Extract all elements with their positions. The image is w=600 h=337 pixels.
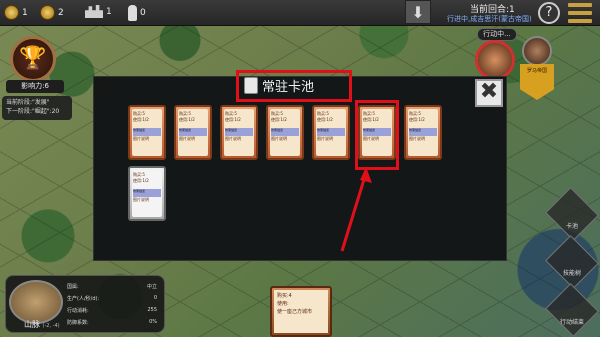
gold-resource: 1 xyxy=(4,5,28,20)
skill-tree-label: 技能树 xyxy=(562,270,581,277)
stage-info: 当前阶段:"发展" 下一阶段:"崛起":20 xyxy=(2,96,72,120)
card-use-cost: 使用:1/2 xyxy=(133,178,149,183)
end-turn-label: 行动结束 xyxy=(559,319,584,326)
pointer-arrow xyxy=(340,167,372,252)
mountain-terrain-image xyxy=(9,280,63,324)
card-note: 图片说明 xyxy=(179,136,195,141)
card-use-cost: 使用:1/2 xyxy=(179,117,195,122)
card-desc: 效果描述 xyxy=(133,189,161,197)
card-highlight-box xyxy=(355,100,399,170)
rival-leader-avatar[interactable] xyxy=(522,36,552,66)
arrow-down-icon: ⬇ xyxy=(411,2,425,22)
card-desc: 效果描述 xyxy=(225,128,253,136)
acting-faction: 行进中,成吉思汗(蒙古帝国) xyxy=(447,15,532,23)
card-note: 图片说明 xyxy=(133,197,149,202)
close-button[interactable]: ✖ xyxy=(475,79,503,107)
arrow-down-button[interactable]: ⬇ xyxy=(405,0,431,24)
card-pool-card[interactable]: 购买:5 使用:1/2 效果描述 图片说明 xyxy=(266,105,304,160)
building-count: 1 xyxy=(106,6,112,17)
terrain-name: 山脉 (-2, -4) xyxy=(24,319,60,330)
hand-card-use: 使用: xyxy=(277,301,289,307)
card-pool-card[interactable]: 购买:5 使用:1/2 效果描述 图片说明 xyxy=(128,105,166,160)
card-use-cost: 使用:1/2 xyxy=(271,117,287,122)
title-highlight-box xyxy=(236,70,352,102)
gold-income: 2 xyxy=(40,5,64,20)
soldier-icon xyxy=(128,5,137,21)
card-pool-side-label: 卡池 xyxy=(565,223,578,230)
soldier-resource: 0 xyxy=(128,5,146,21)
card-use-cost: 使用:1/2 xyxy=(409,117,425,122)
building-icon xyxy=(85,5,103,18)
next-stage: 下一阶段:"崛起":20 xyxy=(6,108,60,115)
help-button[interactable]: ? xyxy=(538,2,560,24)
card-note: 图片说明 xyxy=(317,136,333,141)
hand-card[interactable]: 购买:4 使用: 使一座己方城市 xyxy=(270,286,332,337)
terrain-row: 防御系数: 0% xyxy=(67,319,157,326)
card-pool-card[interactable]: 购买:5 使用:1/2 效果描述 图片说明 xyxy=(128,166,166,221)
gold-count: 1 xyxy=(22,7,28,18)
card-pool-card[interactable]: 购买:5 使用:1/2 效果描述 图片说明 xyxy=(220,105,258,160)
acting-badge: 行动中... xyxy=(477,28,517,41)
current-stage: 当前阶段:"发展" xyxy=(6,99,50,106)
building-resource: 1 xyxy=(85,5,112,18)
terrain-row: 行动消耗: 255 xyxy=(67,307,157,314)
card-desc: 效果描述 xyxy=(271,128,299,136)
card-note: 图片说明 xyxy=(409,136,425,141)
card-use-cost: 使用:1/2 xyxy=(317,117,333,122)
card-note: 图片说明 xyxy=(225,136,241,141)
card-note: 图片说明 xyxy=(133,136,149,141)
coin-icon xyxy=(4,5,19,20)
card-use-cost: 使用:1/2 xyxy=(133,117,149,122)
hand-card-buy: 购买:4 xyxy=(277,293,292,299)
card-use-cost: 使用:1/2 xyxy=(225,117,241,122)
coin-stack-icon xyxy=(40,5,55,20)
current-leader-avatar[interactable] xyxy=(475,40,515,80)
terrain-name-label: 山脉 xyxy=(24,320,40,329)
trophy-icon[interactable]: 🏆 xyxy=(10,36,56,82)
card-pool-card[interactable]: 购买:5 使用:1/2 效果描述 图片说明 xyxy=(312,105,350,160)
card-desc: 效果描述 xyxy=(317,128,345,136)
card-desc: 效果描述 xyxy=(409,128,437,136)
terrain-row: 国属: 中立 xyxy=(67,284,157,290)
hand-card-desc: 使一座己方城市 xyxy=(277,309,313,315)
soldier-count: 0 xyxy=(140,8,146,18)
card-desc: 效果描述 xyxy=(179,128,207,136)
gold-income-count: 2 xyxy=(58,7,64,18)
card-note: 图片说明 xyxy=(271,136,287,141)
influence-label: 影响力:6 xyxy=(6,80,64,93)
terrain-coord: (-2, -4) xyxy=(42,323,60,329)
terrain-row: 生产(人/秒/d): 0 xyxy=(67,295,157,302)
card-desc: 效果描述 xyxy=(133,128,161,136)
menu-button[interactable] xyxy=(568,3,592,23)
card-pool-card[interactable]: 购买:5 使用:1/2 效果描述 图片说明 xyxy=(404,105,442,160)
card-pool-card[interactable]: 购买:5 使用:1/2 效果描述 图片说明 xyxy=(174,105,212,160)
